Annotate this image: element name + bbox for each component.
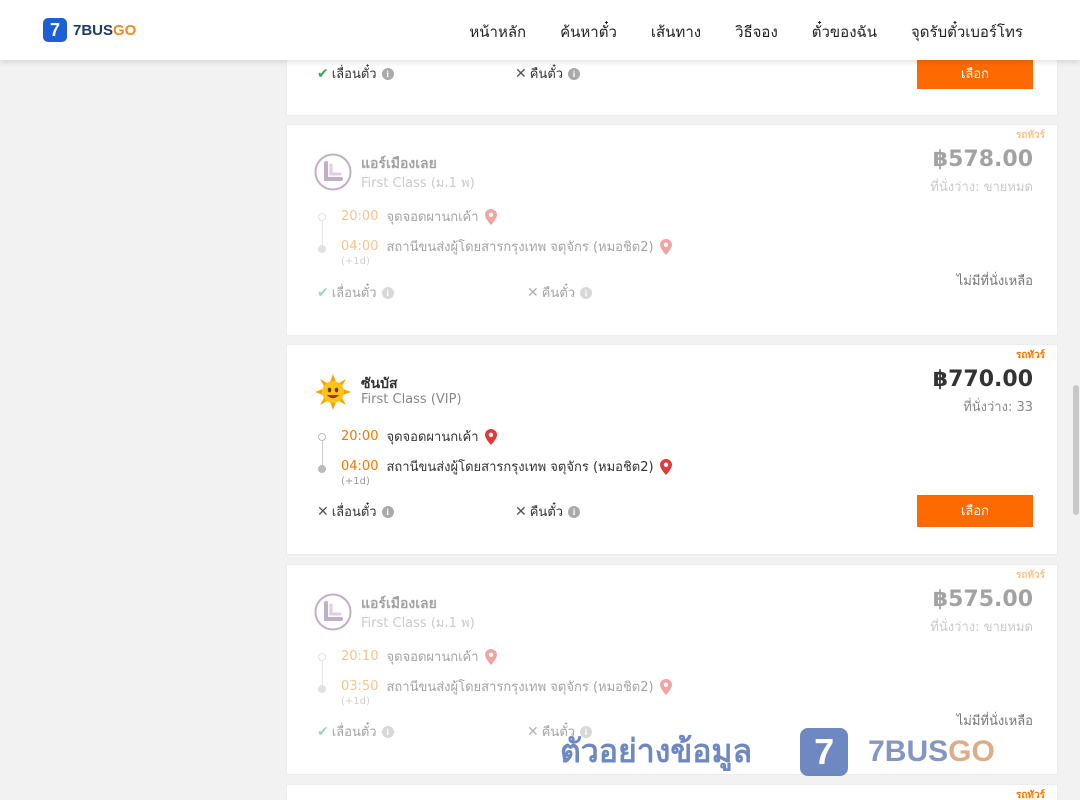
departure-time: 20:00 bbox=[341, 429, 379, 444]
trip-card: รถทัวร์ ซันบัส First Class (VIP) ฿770.00… bbox=[286, 344, 1058, 555]
arrival-place: สถานีขนส่งผู้โดยสารกรุงเทพ จตุจักร (หมอช… bbox=[386, 240, 654, 255]
reschedule-policy: ✔ เลื่อนตั๋ว i bbox=[317, 282, 394, 303]
check-icon: ✔ bbox=[317, 284, 329, 301]
info-icon[interactable]: i bbox=[381, 505, 394, 518]
page-scrollbar[interactable] bbox=[1072, 60, 1080, 800]
departure-time: 20:10 bbox=[341, 649, 379, 664]
info-icon[interactable]: i bbox=[580, 286, 593, 299]
bus-class: First Class (ม.1 พ) bbox=[361, 616, 475, 631]
info-icon[interactable]: i bbox=[568, 505, 581, 518]
select-button[interactable]: เลือก bbox=[917, 58, 1033, 89]
seats-available: ที่นั่งว่าง: ขายหมด bbox=[930, 620, 1033, 635]
next-day-note: (+1d) bbox=[341, 256, 370, 267]
cross-icon: ✕ bbox=[317, 503, 329, 520]
route-timeline bbox=[318, 433, 328, 478]
brand-logo[interactable]: 7 7BUSGO bbox=[43, 18, 136, 42]
map-pin-icon[interactable] bbox=[659, 678, 672, 695]
refund-label: คืนตั๋ว bbox=[529, 505, 564, 520]
reschedule-label: เลื่อนตั๋ว bbox=[331, 725, 377, 740]
nav-ticket-pickup[interactable]: จุดรับตั๋วเบอร์โทร bbox=[911, 20, 1023, 44]
arrival-time: 03:50 bbox=[341, 679, 379, 694]
departure-place: จุดจอดผานกเค้า bbox=[386, 430, 479, 445]
departure-stop: 20:00 จุดจอดผานกเค้า bbox=[341, 206, 497, 227]
map-pin-icon[interactable] bbox=[484, 208, 497, 225]
brand-logo-mark: 7 bbox=[43, 18, 67, 42]
watermark-brand: 7BUSGO bbox=[868, 734, 995, 768]
trip-card: รถทัวร์ แอร์เมืองเลย First Class (ม.1 พ)… bbox=[286, 124, 1058, 336]
bus-class: First Class (ม.1 พ) bbox=[361, 176, 475, 191]
no-seats-note: ไม่มีที่นั่งเหลือ bbox=[956, 274, 1033, 289]
cross-icon: ✕ bbox=[527, 723, 539, 740]
check-icon: ✔ bbox=[317, 65, 329, 82]
nav-search-tickets[interactable]: ค้นหาตั๋ว bbox=[560, 20, 617, 44]
arrival-time: 04:00 bbox=[341, 459, 379, 474]
next-day-note: (+1d) bbox=[341, 476, 370, 487]
main-nav: หน้าหลัก ค้นหาตั๋ว เส้นทาง วิธีจอง ตั๋วข… bbox=[435, 20, 1023, 44]
departure-time: 20:00 bbox=[341, 209, 379, 224]
arrival-place: สถานีขนส่งผู้โดยสารกรุงเทพ จตุจักร (หมอช… bbox=[386, 460, 654, 475]
refund-policy: ✕ คืนตั๋ว i bbox=[515, 501, 581, 522]
reschedule-policy: ✕ เลื่อนตั๋ว i bbox=[317, 501, 394, 522]
refund-policy: ✕ คืนตั๋ว i bbox=[515, 63, 581, 84]
bus-type-tag: รถทัวร์ bbox=[1015, 570, 1045, 581]
departure-place: จุดจอดผานกเค้า bbox=[386, 210, 479, 225]
nav-routes[interactable]: เส้นทาง bbox=[651, 20, 701, 44]
info-icon[interactable]: i bbox=[381, 725, 394, 738]
map-pin-icon[interactable] bbox=[484, 428, 497, 445]
seats-available: ที่นั่งว่าง: ขายหมด bbox=[930, 180, 1033, 195]
map-pin-icon[interactable] bbox=[484, 648, 497, 665]
nav-home[interactable]: หน้าหลัก bbox=[469, 20, 526, 44]
reschedule-policy: ✔ เลื่อนตั๋ว i bbox=[317, 63, 394, 84]
bus-type-tag: รถทัวร์ bbox=[1015, 130, 1045, 141]
info-icon[interactable]: i bbox=[381, 286, 394, 299]
bus-type-tag: รถทัวร์ bbox=[1015, 790, 1045, 800]
arrival-time: 04:00 bbox=[341, 239, 379, 254]
airmuanglei-logo bbox=[314, 593, 352, 631]
info-icon[interactable]: i bbox=[381, 67, 394, 80]
ticket-price: ฿770.00 bbox=[932, 367, 1033, 392]
reschedule-label: เลื่อนตั๋ว bbox=[331, 505, 377, 520]
arrival-place: สถานีขนส่งผู้โดยสารกรุงเทพ จตุจักร (หมอช… bbox=[386, 680, 654, 695]
reschedule-policy: ✔ เลื่อนตั๋ว i bbox=[317, 721, 394, 742]
next-day-note: (+1d) bbox=[341, 696, 370, 707]
trip-card-partial: รถทัวร์ bbox=[286, 784, 1058, 800]
sample-data-watermark: ตัวอย่างข้อมูล 7 7BUSGO bbox=[560, 726, 995, 777]
ticket-price: ฿578.00 bbox=[932, 147, 1033, 172]
refund-label: คืนตั๋ว bbox=[529, 67, 564, 82]
check-icon: ✔ bbox=[317, 723, 329, 740]
watermark-logo-mark: 7 bbox=[800, 727, 849, 776]
site-header: 7 7BUSGO หน้าหลัก ค้นหาตั๋ว เส้นทาง วิธี… bbox=[0, 0, 1080, 60]
bus-class: First Class (VIP) bbox=[361, 392, 462, 407]
brand-logo-text: 7BUSGO bbox=[73, 21, 137, 39]
cross-icon: ✕ bbox=[515, 503, 527, 520]
watermark-text: ตัวอย่างข้อมูล bbox=[560, 732, 753, 770]
departure-stop: 20:00 จุดจอดผานกเค้า bbox=[341, 426, 497, 447]
departure-place: จุดจอดผานกเค้า bbox=[386, 650, 479, 665]
map-pin-icon[interactable] bbox=[659, 238, 672, 255]
cross-icon: ✕ bbox=[515, 65, 527, 82]
cross-icon: ✕ bbox=[527, 284, 539, 301]
reschedule-label: เลื่อนตั๋ว bbox=[331, 67, 377, 82]
refund-label: คืนตั๋ว bbox=[541, 286, 576, 301]
airmuanglei-logo bbox=[314, 153, 352, 191]
map-pin-icon[interactable] bbox=[659, 458, 672, 475]
bus-type-tag: รถทัวร์ bbox=[1015, 350, 1045, 361]
arrival-stop: 03:50 สถานีขนส่งผู้โดยสารกรุงเทพ จตุจักร… bbox=[341, 676, 672, 697]
departure-stop: 20:10 จุดจอดผานกเค้า bbox=[341, 646, 497, 667]
arrival-stop: 04:00 สถานีขนส่งผู้โดยสารกรุงเทพ จตุจักร… bbox=[341, 236, 672, 257]
nav-my-tickets[interactable]: ตั๋วของฉัน bbox=[812, 20, 877, 44]
scrollbar-thumb[interactable] bbox=[1073, 385, 1079, 515]
refund-policy: ✕ คืนตั๋ว i bbox=[527, 282, 593, 303]
sunbus-logo bbox=[315, 374, 351, 410]
arrival-stop: 04:00 สถานีขนส่งผู้โดยสารกรุงเทพ จตุจักร… bbox=[341, 456, 672, 477]
reschedule-label: เลื่อนตั๋ว bbox=[331, 286, 377, 301]
info-icon[interactable]: i bbox=[568, 67, 581, 80]
route-timeline bbox=[318, 653, 328, 698]
seats-available: ที่นั่งว่าง: 33 bbox=[963, 400, 1033, 415]
route-timeline bbox=[318, 213, 328, 258]
select-button[interactable]: เลือก bbox=[917, 495, 1033, 527]
nav-how-to-book[interactable]: วิธีจอง bbox=[735, 20, 778, 44]
ticket-price: ฿575.00 bbox=[932, 587, 1033, 612]
